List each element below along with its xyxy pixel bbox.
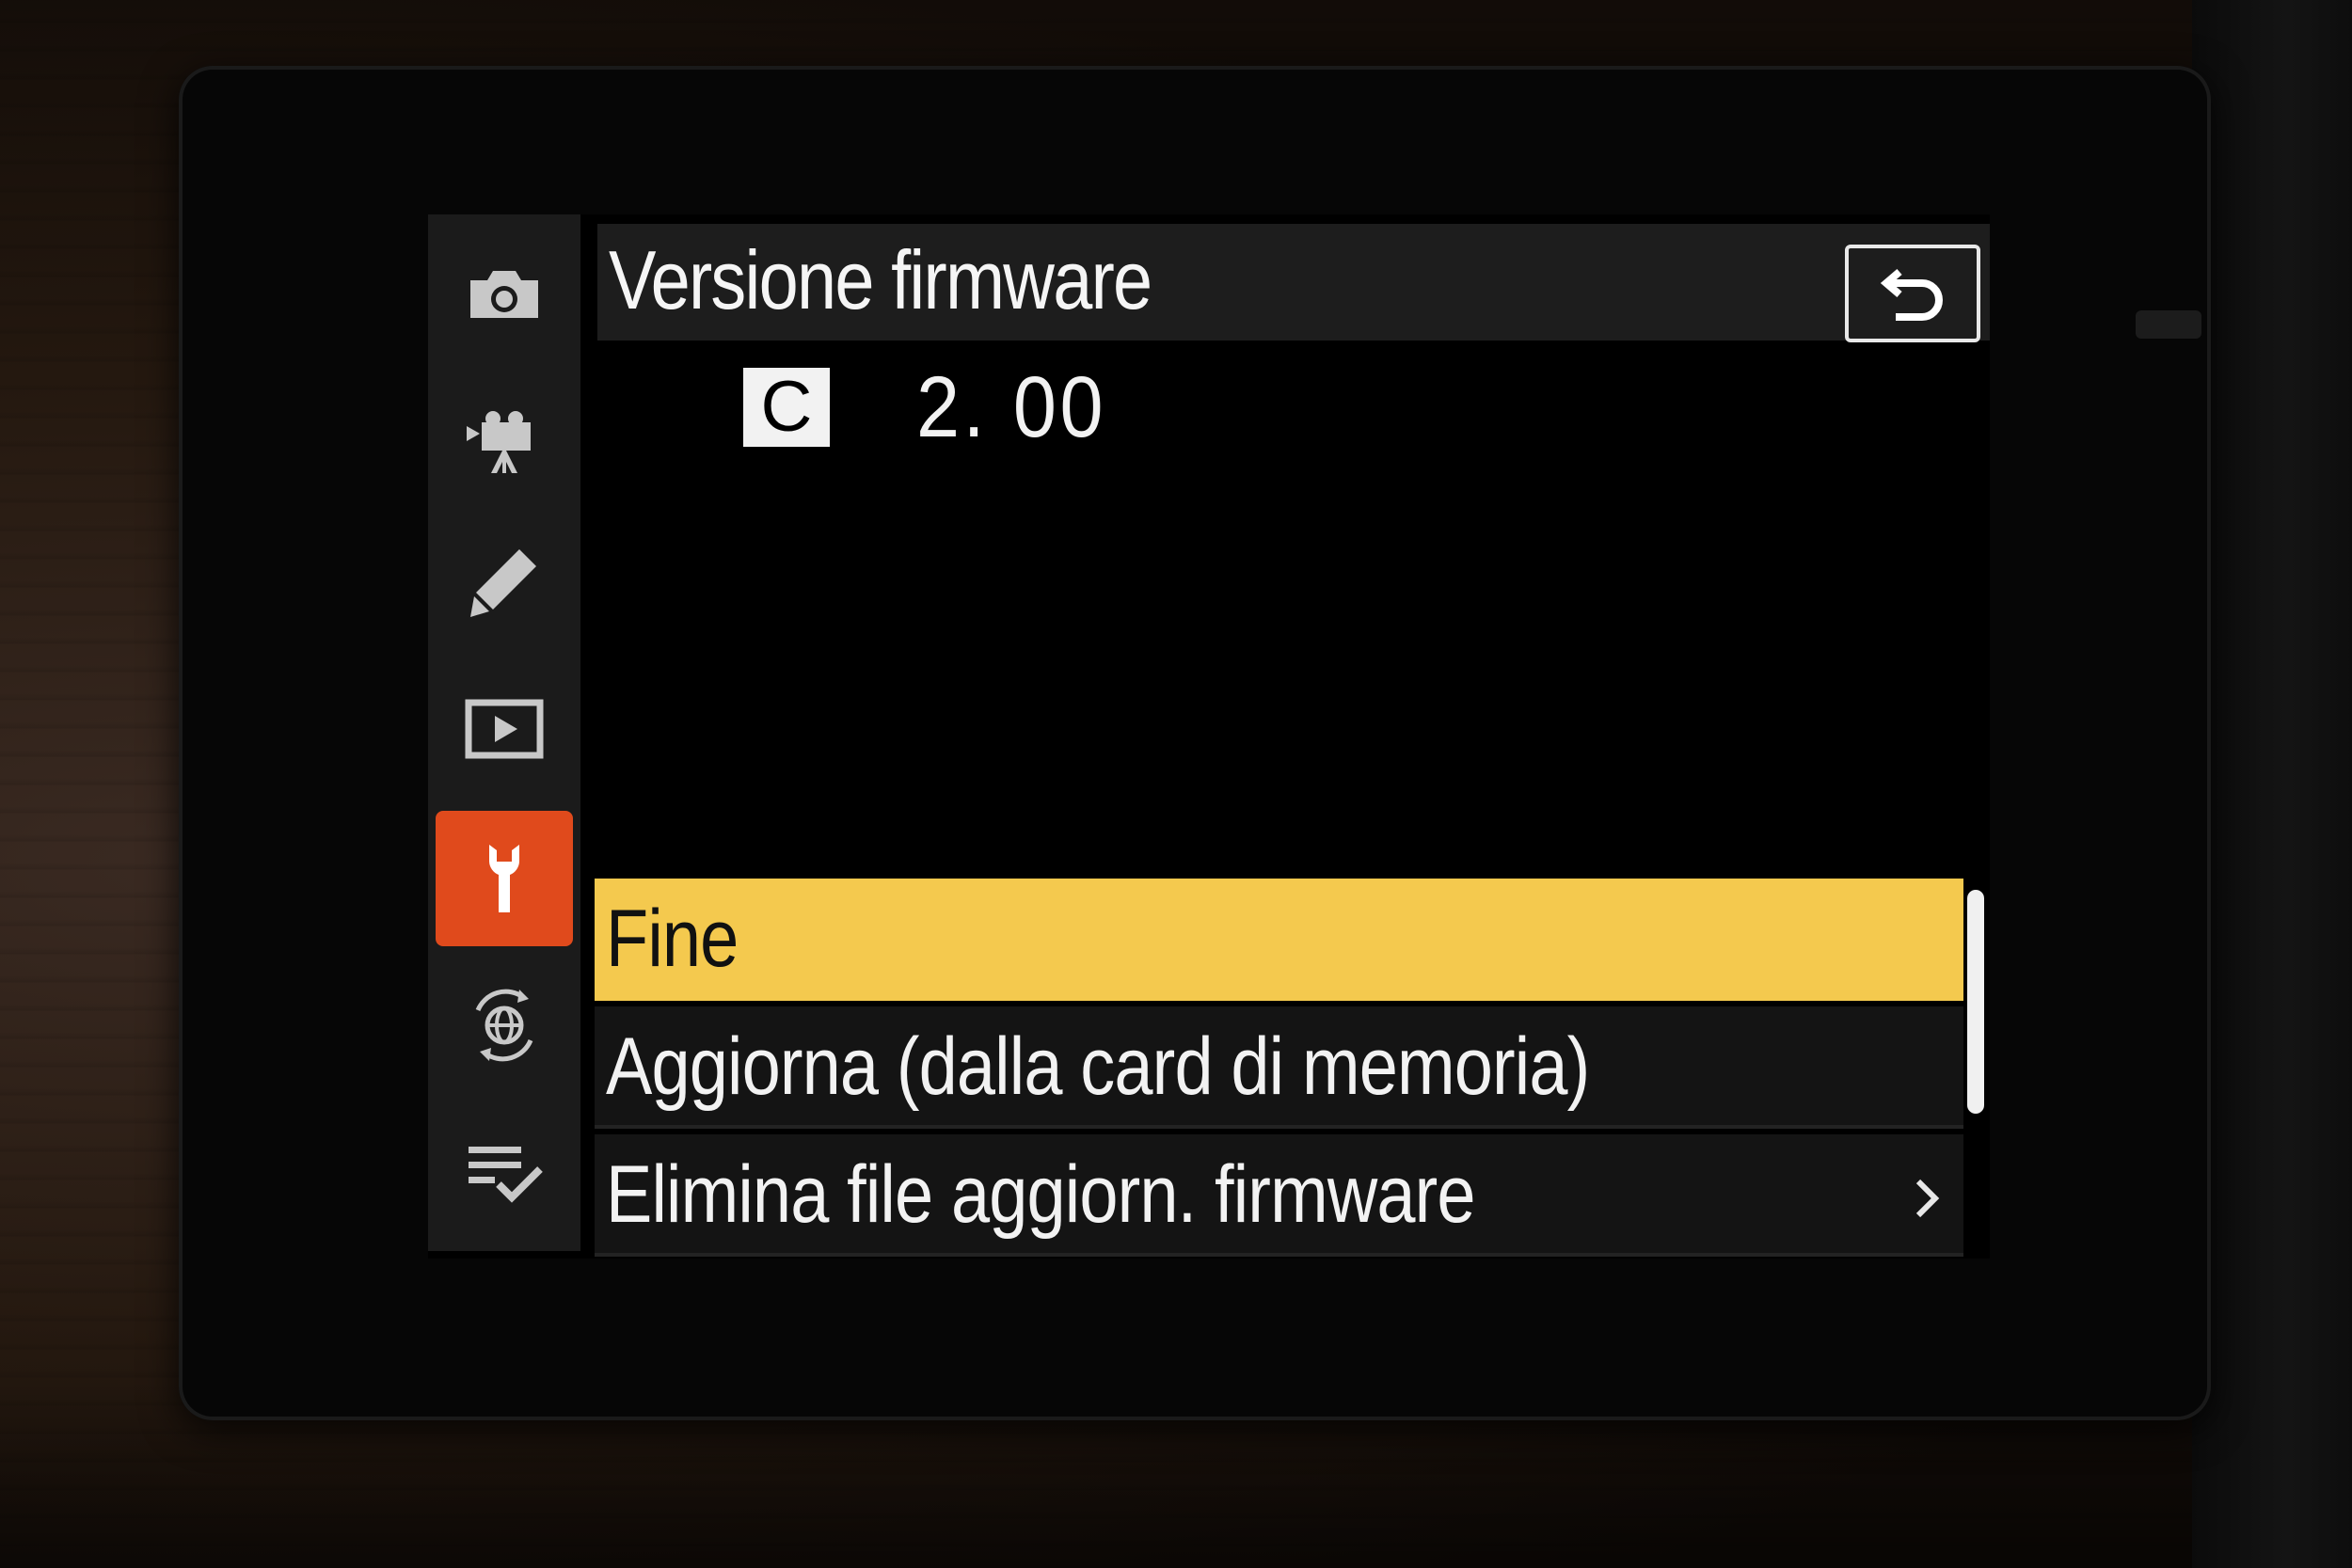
camera-lcd-screen: Versione firmware C 2. 00 Fine Aggiorna … <box>428 214 1990 1259</box>
menu-scrollbar[interactable] <box>1967 890 1984 1114</box>
firmware-menu-list: Fine Aggiorna (dalla card di memoria) El… <box>595 879 1963 1262</box>
sidebar-item-playback[interactable] <box>436 661 573 797</box>
menu-item-delete-update-file[interactable]: Elimina file aggiorn. firmware <box>595 1134 1963 1257</box>
menu-sidebar <box>428 214 580 1251</box>
wrench-icon <box>489 845 519 912</box>
camera-icon <box>470 271 538 318</box>
firmware-version-row: C 2. 00 <box>743 359 1128 455</box>
menu-item-update-from-card[interactable]: Aggiorna (dalla card di memoria) <box>595 1006 1963 1129</box>
sidebar-item-custom-settings[interactable] <box>436 515 573 651</box>
title-bar: Versione firmware <box>597 224 1990 342</box>
page-title: Versione firmware <box>609 233 1152 326</box>
network-globe-icon <box>475 989 533 1062</box>
firmware-c-badge: C <box>743 368 830 447</box>
screen-hinge <box>2136 310 2201 339</box>
sidebar-item-my-menu[interactable] <box>436 1103 573 1239</box>
sidebar-item-setup[interactable] <box>436 811 573 946</box>
camera-side-body <box>2192 0 2352 1568</box>
firmware-version-value: 2. 00 <box>916 358 1107 455</box>
movie-camera-icon <box>467 411 531 473</box>
back-button[interactable] <box>1845 245 1980 342</box>
pencil-icon <box>470 549 536 617</box>
sidebar-item-video-recording[interactable] <box>436 370 573 505</box>
sidebar-item-photo-shooting[interactable] <box>436 224 573 359</box>
my-menu-icon <box>469 1147 543 1203</box>
playback-icon <box>465 699 544 759</box>
sidebar-item-network[interactable] <box>436 958 573 1093</box>
menu-item-label: Fine <box>606 894 739 984</box>
menu-item-label: Elimina file aggiorn. firmware <box>606 1149 1476 1240</box>
chevron-right-icon <box>1915 1179 1940 1218</box>
menu-item-done[interactable]: Fine <box>595 879 1963 1001</box>
menu-item-label: Aggiorna (dalla card di memoria) <box>606 1022 1590 1112</box>
return-icon <box>1880 268 1943 321</box>
